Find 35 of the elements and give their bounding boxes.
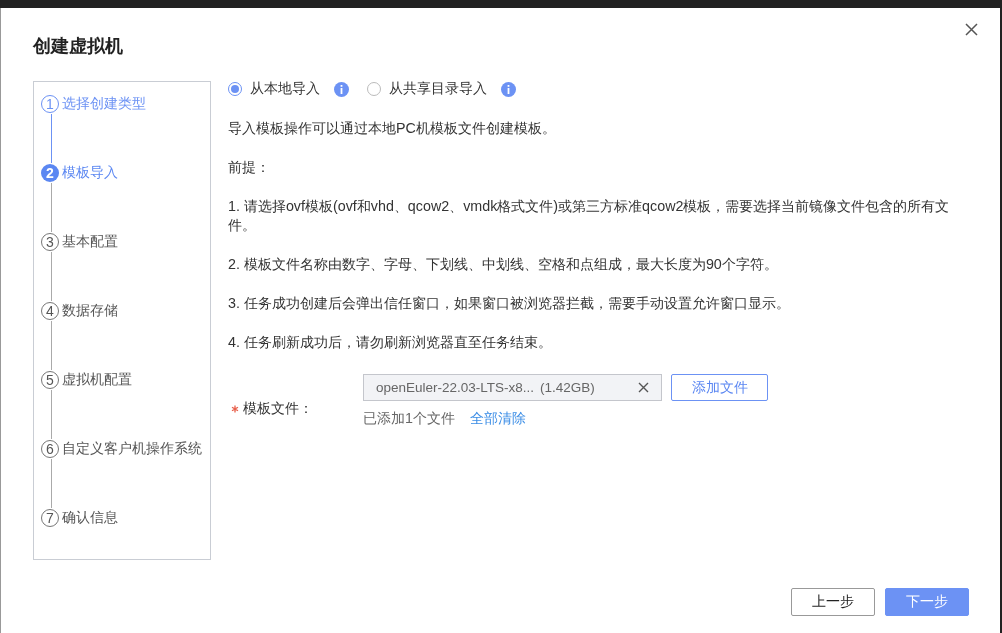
dialog-title: 创建虚拟机 bbox=[33, 35, 123, 56]
radio-button[interactable] bbox=[228, 82, 242, 96]
step-number: 2 bbox=[41, 164, 59, 182]
radio-label[interactable]: 从共享目录导入 bbox=[389, 80, 487, 98]
step-number: 6 bbox=[41, 440, 59, 458]
file-count-text: 已添加1个文件 bbox=[363, 409, 455, 428]
step-label[interactable]: 基本配置 bbox=[62, 233, 118, 251]
step-label[interactable]: 确认信息 bbox=[62, 509, 118, 527]
file-name: openEuler-22.03-LTS-x8... bbox=[376, 380, 535, 395]
close-icon[interactable] bbox=[965, 23, 978, 36]
note-text: 1. 请选择ovf模板(ovf和vhd、qcow2、vmdk格式文件)或第三方标准qcow2模板，需要选择当前镜像文件包含的所有文件。 bbox=[228, 197, 951, 235]
add-file-button[interactable]: 添加文件 bbox=[671, 374, 768, 401]
intro-text: 导入模板操作可以通过本地PC机模板文件创建模板。 bbox=[228, 119, 557, 138]
step-number: 5 bbox=[41, 371, 59, 389]
note-text: 3. 任务成功创建后会弹出信任窗口，如果窗口被浏览器拦截，需要手动设置允许窗口显示。 bbox=[228, 294, 791, 313]
radio-label[interactable]: 从本地导入 bbox=[250, 80, 320, 98]
step-label[interactable]: 自定义客户机操作系统 bbox=[62, 440, 202, 458]
step-number: 3 bbox=[41, 233, 59, 251]
step-label[interactable]: 虚拟机配置 bbox=[62, 371, 132, 389]
step-number: 1 bbox=[41, 95, 59, 113]
clear-all-link[interactable]: 全部清除 bbox=[469, 409, 526, 428]
note-text: 4. 任务刷新成功后，请勿刷新浏览器直至任务结束。 bbox=[228, 333, 553, 352]
step-number: 7 bbox=[41, 509, 59, 527]
info-icon[interactable] bbox=[501, 81, 516, 97]
step-label[interactable]: 模板导入 bbox=[62, 164, 118, 182]
note-text: 2. 模板文件名称由数字、字母、下划线、中划线、空格和点组成，最大长度为90个字符。 bbox=[228, 255, 779, 274]
info-icon[interactable] bbox=[334, 81, 349, 97]
close-icon[interactable] bbox=[638, 382, 649, 393]
step-label[interactable]: 数据存储 bbox=[62, 302, 118, 320]
step-number: 4 bbox=[41, 302, 59, 320]
file-size: (1.42GB) bbox=[540, 380, 595, 395]
field-label: 模板文件： bbox=[243, 400, 313, 418]
back-button[interactable]: 上一步 bbox=[791, 588, 875, 616]
prerequisite-heading: 前提： bbox=[228, 158, 271, 177]
radio-button[interactable] bbox=[367, 82, 381, 96]
